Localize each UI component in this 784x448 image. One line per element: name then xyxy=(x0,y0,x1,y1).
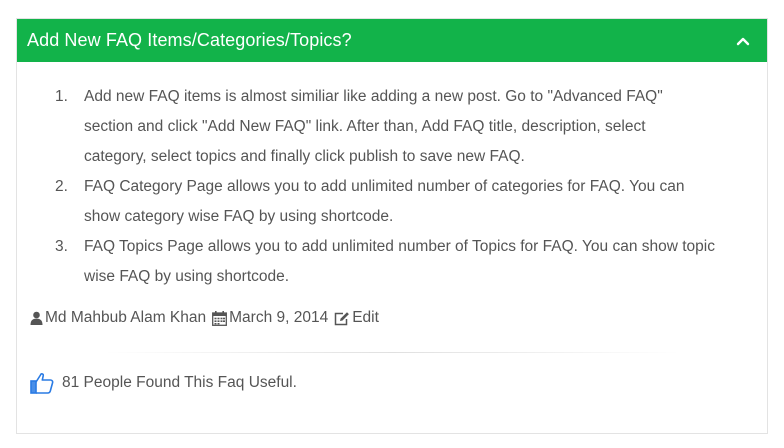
chevron-up-icon[interactable] xyxy=(733,31,753,51)
list-item: 2. FAQ Category Page allows you to add u… xyxy=(55,172,757,232)
list-item-line: category, select topics and finally clic… xyxy=(84,148,525,165)
list-item-text: FAQ Topics Page allows you to add unlimi… xyxy=(84,232,757,292)
faq-panel: Add New FAQ Items/Categories/Topics? 1. … xyxy=(16,18,768,434)
faq-useful: 81 People Found This Faq Useful. xyxy=(17,372,767,394)
calendar-icon xyxy=(212,310,228,326)
list-item-line: Add new FAQ items is almost similiar lik… xyxy=(84,88,663,105)
author-name: Md Mahbub Alam Khan xyxy=(45,309,207,326)
user-icon xyxy=(30,311,43,325)
list-item-number: 3. xyxy=(55,238,68,255)
list-item-number: 2. xyxy=(55,178,68,195)
divider xyxy=(103,352,681,353)
faq-answer-list: 1. Add new FAQ items is almost similiar … xyxy=(55,82,757,292)
list-item-line: section and click "Add New FAQ" link. Af… xyxy=(84,118,646,135)
faq-panel-header[interactable]: Add New FAQ Items/Categories/Topics? xyxy=(17,19,767,62)
list-item-line: wise FAQ by using shortcode. xyxy=(84,268,290,285)
edit-icon[interactable] xyxy=(334,311,350,326)
list-item: 3. FAQ Topics Page allows you to add unl… xyxy=(55,232,757,292)
list-item: 1. Add new FAQ items is almost similiar … xyxy=(55,82,757,172)
edit-link[interactable]: Edit xyxy=(352,309,379,327)
faq-meta: Md Mahbub Alam Khan March 9, 2014 Edit xyxy=(17,306,767,330)
list-item-text: Add new FAQ items is almost similiar lik… xyxy=(84,82,757,172)
useful-count-text: 81 People Found This Faq Useful. xyxy=(62,374,297,391)
faq-panel-title: Add New FAQ Items/Categories/Topics? xyxy=(27,30,352,50)
list-item-text: FAQ Category Page allows you to add unli… xyxy=(84,172,757,232)
list-item-line: FAQ Category Page allows you to add unli… xyxy=(84,178,685,195)
list-item-line: FAQ Topics Page allows you to add unlimi… xyxy=(84,238,715,255)
list-item-number: 1. xyxy=(55,88,68,105)
faq-panel-body: 1. Add new FAQ items is almost similiar … xyxy=(17,62,767,394)
post-date: March 9, 2014 xyxy=(229,309,329,326)
list-item-line: show category wise FAQ by using shortcod… xyxy=(84,208,394,225)
thumbs-up-icon[interactable] xyxy=(30,372,54,394)
